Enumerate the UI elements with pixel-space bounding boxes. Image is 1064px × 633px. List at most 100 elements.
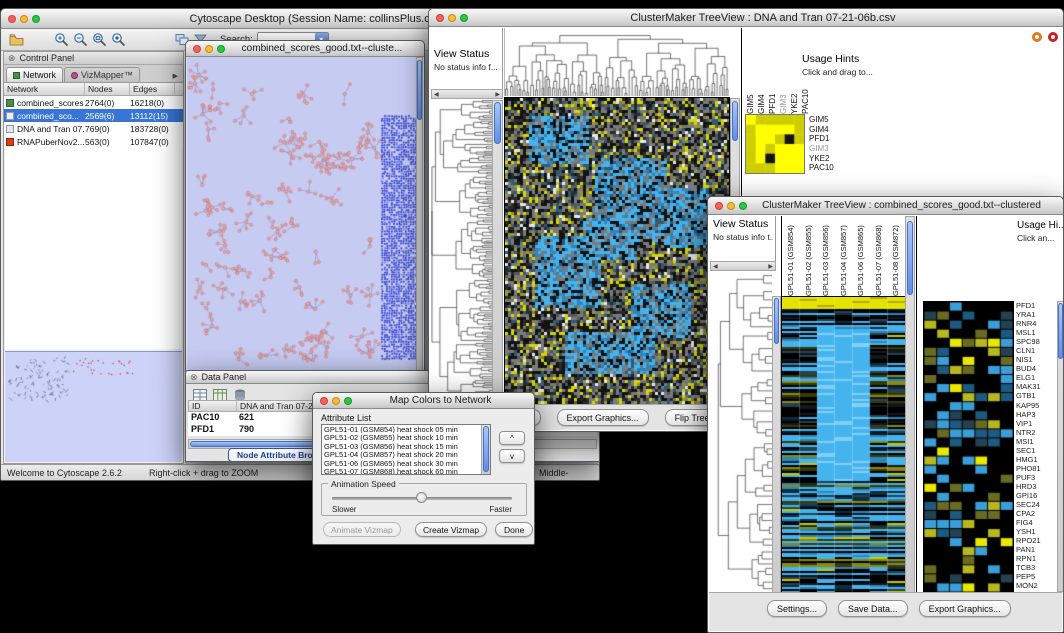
scroll-right-icon[interactable]: ▶ xyxy=(495,91,500,98)
tv2-mini-scrollbar[interactable]: ◀ ▶ xyxy=(710,261,776,271)
close-button[interactable] xyxy=(8,15,16,23)
tv2-zoom-heatmap[interactable] xyxy=(923,301,1014,593)
network-list-row[interactable]: combined_sco...2569(6)13112(15) xyxy=(4,109,183,122)
done-button[interactable]: Done xyxy=(495,522,533,537)
tv1-heatmap[interactable] xyxy=(504,97,730,405)
scroll-left-icon[interactable]: ◀ xyxy=(434,91,439,98)
tab-network-label: Network xyxy=(23,70,56,80)
minimize-button[interactable] xyxy=(448,14,456,22)
close-button[interactable] xyxy=(193,45,201,53)
panel-close-icon[interactable]: ⊗ xyxy=(190,373,198,382)
tv1-left-scrollbar[interactable] xyxy=(492,100,503,405)
tv2-save-data-button[interactable]: Save Data... xyxy=(838,600,908,617)
tv2-vertical-scrollbar[interactable] xyxy=(905,216,915,593)
network-name: combined_scores xyxy=(17,98,85,108)
tv2-titlebar[interactable]: ClusterMaker TreeView : combined_scores_… xyxy=(708,197,1063,215)
zoom-selected-icon[interactable] xyxy=(109,31,128,49)
create-vizmap-button[interactable]: Create Vizmap xyxy=(415,522,487,537)
network-view-canvas[interactable] xyxy=(187,57,418,371)
open-session-icon[interactable] xyxy=(7,31,26,49)
zoom-in-icon[interactable] xyxy=(52,31,71,49)
column-network[interactable]: Network xyxy=(4,83,85,95)
minimize-button[interactable] xyxy=(332,397,340,405)
tv2-gene-label: CLN1 xyxy=(1016,346,1060,355)
tv2-settings-button[interactable]: Settings... xyxy=(767,600,827,617)
tv1-mini-scrollbar[interactable]: ◀ ▶ xyxy=(431,89,503,99)
tv1-matrix-column-label: YKE2 xyxy=(789,30,800,114)
tv1-view-status-title: View Status xyxy=(434,48,489,60)
tab-vizmapper[interactable]: VizMapper™ xyxy=(64,67,140,82)
column-id[interactable]: ID xyxy=(189,401,237,411)
tv2-gene-label: YRA1 xyxy=(1016,310,1060,319)
map-colors-dialog: Map Colors to Network Attribute List GPL… xyxy=(312,392,535,545)
network-tree-area xyxy=(5,148,182,349)
move-up-button[interactable]: ^ xyxy=(499,431,525,445)
slower-label: Slower xyxy=(332,505,356,514)
zoom-window-button[interactable] xyxy=(32,15,40,23)
zoom-window-button[interactable] xyxy=(460,14,468,22)
zoom-out-icon[interactable] xyxy=(71,31,90,49)
network-name: RNAPuberNov2... xyxy=(17,137,85,147)
tv2-view-status-panel: View Status No status info t... xyxy=(710,216,776,261)
close-button[interactable] xyxy=(320,397,328,405)
attribute-list-item[interactable]: GPL51-07 (GSM868) heat shock 60 min xyxy=(322,467,481,474)
attribute-list-item[interactable]: GPL51-01 (GSM854) heat shock 05 min xyxy=(322,425,481,433)
round-orange-icon[interactable] xyxy=(1032,32,1042,42)
minimize-button[interactable] xyxy=(205,45,213,53)
tv1-export-graphics-button[interactable]: Export Graphics... xyxy=(557,409,649,426)
network-vertical-scrollbar[interactable] xyxy=(416,57,423,371)
zoom-window-button[interactable] xyxy=(344,397,352,405)
tv2-gene-scrollbar[interactable] xyxy=(1057,301,1064,592)
tab-overflow-icon[interactable]: ▶ xyxy=(173,72,181,82)
network-list-row[interactable]: RNAPuberNov2...563(0)107847(0) xyxy=(4,135,183,148)
minimize-button[interactable] xyxy=(20,15,28,23)
close-button[interactable] xyxy=(436,14,444,22)
tv1-matrix-column-label: GIM4 xyxy=(756,30,767,114)
tv2-export-graphics-button[interactable]: Export Graphics... xyxy=(919,600,1011,617)
tv2-gene-label: BUD4 xyxy=(1016,364,1060,373)
column-edges[interactable]: Edges xyxy=(130,83,175,95)
tv1-similarity-matrix[interactable] xyxy=(745,114,805,174)
attribute-list-item[interactable]: GPL51-04 (GSM857) heat shock 20 min xyxy=(322,450,481,458)
tv1-titlebar[interactable]: ClusterMaker TreeView : DNA and Tran 07-… xyxy=(429,9,1063,27)
tv2-gene-label: PEP5 xyxy=(1016,572,1060,581)
tv1-gene-label: GIM4 xyxy=(809,125,834,135)
network-row-icon xyxy=(6,125,14,133)
attribute-list-item[interactable]: GPL51-03 (GSM856) heat shock 15 min xyxy=(322,442,481,450)
tv1-view-status-text: No status info f... xyxy=(434,62,500,72)
speed-slider-thumb[interactable] xyxy=(416,492,427,503)
network-view-titlebar[interactable]: combined_scores_good.txt--cluste... xyxy=(186,41,424,57)
tv2-gene-label: YSH1 xyxy=(1016,527,1060,536)
faster-label: Faster xyxy=(489,505,512,514)
attribute-list-item[interactable]: GPL51-06 (GSM865) heat shock 30 min xyxy=(322,459,481,467)
tv2-gene-label: FIG4 xyxy=(1016,518,1060,527)
tv2-gene-label: PUF3 xyxy=(1016,473,1060,482)
dialog-titlebar[interactable]: Map Colors to Network xyxy=(313,393,534,409)
panel-close-icon[interactable]: ⊗ xyxy=(8,54,16,63)
animate-vizmap-button[interactable]: Animate Vizmap xyxy=(323,522,401,537)
tv2-gene-label: TCB3 xyxy=(1016,563,1060,572)
attribute-list-scrollbar[interactable] xyxy=(481,425,490,474)
network-list-row[interactable]: DNA and Tran 07...769(0)183728(0) xyxy=(4,122,183,135)
attribute-list-item[interactable]: GPL51-02 (GSM855) heat shock 10 min xyxy=(322,433,481,441)
tv1-row-dendrogram[interactable] xyxy=(431,100,492,405)
close-button[interactable] xyxy=(715,202,723,210)
network-edges: 13112(15) xyxy=(130,111,175,121)
network-list-row[interactable]: combined_scores2764(0)16218(0) xyxy=(4,96,183,109)
network-overview-thumbnail[interactable] xyxy=(5,351,182,462)
minimize-button[interactable] xyxy=(727,202,735,210)
zoom-fit-icon[interactable] xyxy=(90,31,109,49)
network-tab-icon xyxy=(13,72,20,79)
move-down-button[interactable]: v xyxy=(499,449,525,463)
tab-network[interactable]: Network xyxy=(6,67,63,82)
column-nodes[interactable]: Nodes xyxy=(85,83,130,95)
scroll-right-icon[interactable]: ▶ xyxy=(768,263,773,270)
tv2-row-dendrogram[interactable] xyxy=(710,272,772,592)
scroll-left-icon[interactable]: ◀ xyxy=(713,263,718,270)
zoom-window-button[interactable] xyxy=(217,45,225,53)
tv1-column-dendrogram[interactable] xyxy=(504,28,729,96)
round-red-icon[interactable] xyxy=(1048,32,1058,42)
tv2-heatmap[interactable] xyxy=(781,296,905,594)
network-row-icon xyxy=(6,99,14,107)
tv2-left-scrollbar[interactable] xyxy=(772,296,781,593)
